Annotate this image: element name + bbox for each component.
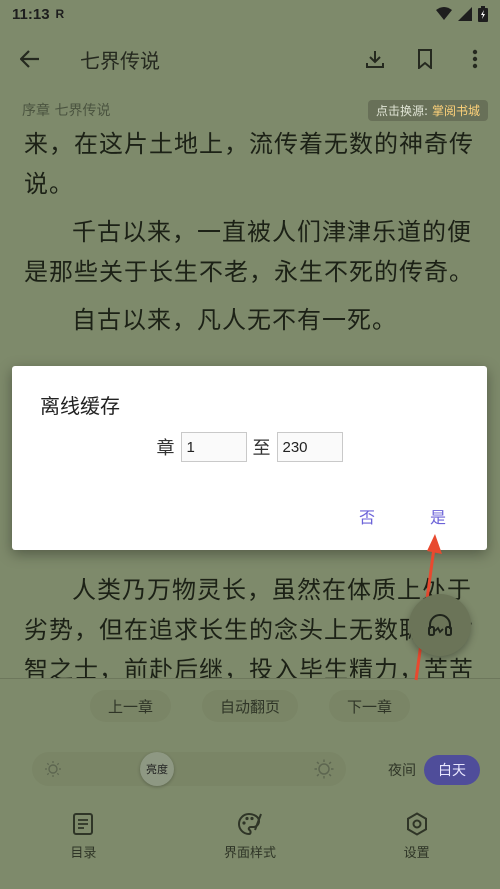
battery-icon [478,6,488,22]
bookmark-button[interactable] [400,30,450,88]
status-icons [436,6,488,22]
paragraph: 自古以来，凡人无不有一死。 [72,306,397,334]
catalog-icon [73,813,94,835]
arrow-left-icon [20,50,39,68]
download-button[interactable] [350,30,400,88]
source-prefix: 点击换源: [375,103,428,118]
brightness-knob[interactable]: 亮度 [140,752,174,786]
listen-book-button[interactable] [409,594,471,656]
wifi-icon [436,7,452,20]
brightness-slider[interactable]: 亮度 [32,752,346,786]
tab-settings[interactable]: 设置 [357,812,477,872]
more-button[interactable] [450,30,500,88]
signal-icon [458,7,472,21]
from-chapter-input[interactable] [180,432,247,462]
to-chapter-input[interactable] [276,432,343,462]
brightness-high-icon [314,759,334,779]
tab-catalog[interactable]: 目录 [23,812,143,872]
dialog-title: 离线缓存 [40,394,120,418]
book-title: 七界传说 [80,48,160,73]
more-vertical-icon [472,49,478,69]
carrier-mark: R [55,7,65,21]
chapter-nav: 上一章 自动翻页 下一章 [90,690,410,724]
bookmark-icon [418,49,432,69]
bottom-tabs: 目录 界面样式 设置 [0,812,500,872]
reading-content: 来，在这片土地上，流传着无数的神奇传说。 千古以来，一直被人们津津乐道的便是那些… [24,124,480,340]
day-mode-button[interactable]: 白天 [424,755,480,785]
change-source-button[interactable]: 点击换源: 掌阅书城 [367,99,488,121]
status-time: 11:13 [12,5,50,23]
app-actions [350,30,500,88]
headphones-icon [428,614,452,636]
chapter-label: 章 [156,438,175,459]
auto-page-button[interactable]: 自动翻页 [201,690,298,722]
source-name: 掌阅书城 [431,103,480,118]
settings-icon [406,812,427,836]
prev-chapter-button[interactable]: 上一章 [90,690,172,722]
tab-label: 界面样式 [223,846,276,861]
to-label: 至 [252,438,271,459]
paragraph: 来，在这片土地上，流传着无数的神奇传说。 [24,130,474,198]
tab-label: 目录 [70,846,97,861]
chapter-label: 序章 七界传说 [22,103,111,119]
cancel-button[interactable]: 否 [359,504,375,528]
palette-icon [237,812,262,836]
tab-label: 设置 [403,846,430,861]
next-chapter-button[interactable]: 下一章 [328,690,410,722]
download-icon [366,51,384,68]
theme-toggle: 夜间 白天 [380,755,480,785]
back-button[interactable] [0,30,60,88]
brightness-low-icon [45,761,61,777]
confirm-button[interactable]: 是 [430,504,446,528]
chapter-range-row: 章 至 [12,432,487,462]
paragraph: 千古以来，一直被人们津津乐道的便是那些关于长生不老，永生不死的传奇。 [24,218,474,286]
tab-interface-style[interactable]: 界面样式 [190,812,310,872]
night-mode-button[interactable]: 夜间 [380,760,424,780]
app-bar: 七界传说 [0,30,500,88]
offline-cache-dialog: 离线缓存 章 至 否 是 [12,366,487,550]
chapter-row: 序章 七界传说 点击换源: 掌阅书城 [22,98,488,122]
status-bar: 11:13 R [0,0,500,28]
